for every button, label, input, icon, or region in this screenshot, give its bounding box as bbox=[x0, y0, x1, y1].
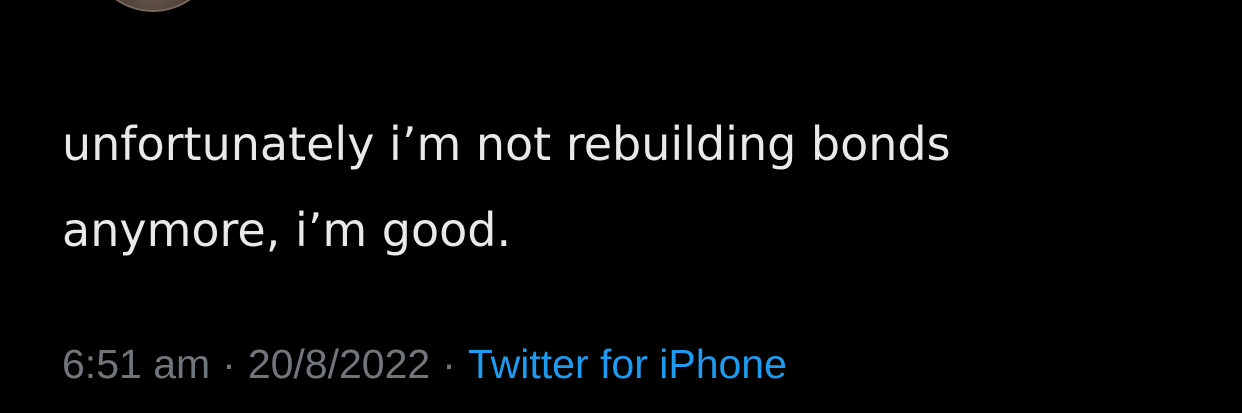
separator-dot: · bbox=[222, 341, 236, 387]
tweet-metadata: 6:51 am · 20/8/2022 · Twitter for iPhone bbox=[62, 336, 787, 392]
tweet-text: unfortunately i’m not rebuilding bonds a… bbox=[62, 117, 951, 257]
avatar[interactable] bbox=[88, 0, 218, 12]
tweet-date[interactable]: 20/8/2022 bbox=[248, 341, 430, 387]
separator-dot: · bbox=[442, 341, 456, 387]
tweet-source-link[interactable]: Twitter for iPhone bbox=[468, 341, 787, 387]
tweet-detail: unfortunately i’m not rebuilding bonds a… bbox=[0, 0, 1242, 413]
tweet-time[interactable]: 6:51 am bbox=[62, 341, 210, 387]
